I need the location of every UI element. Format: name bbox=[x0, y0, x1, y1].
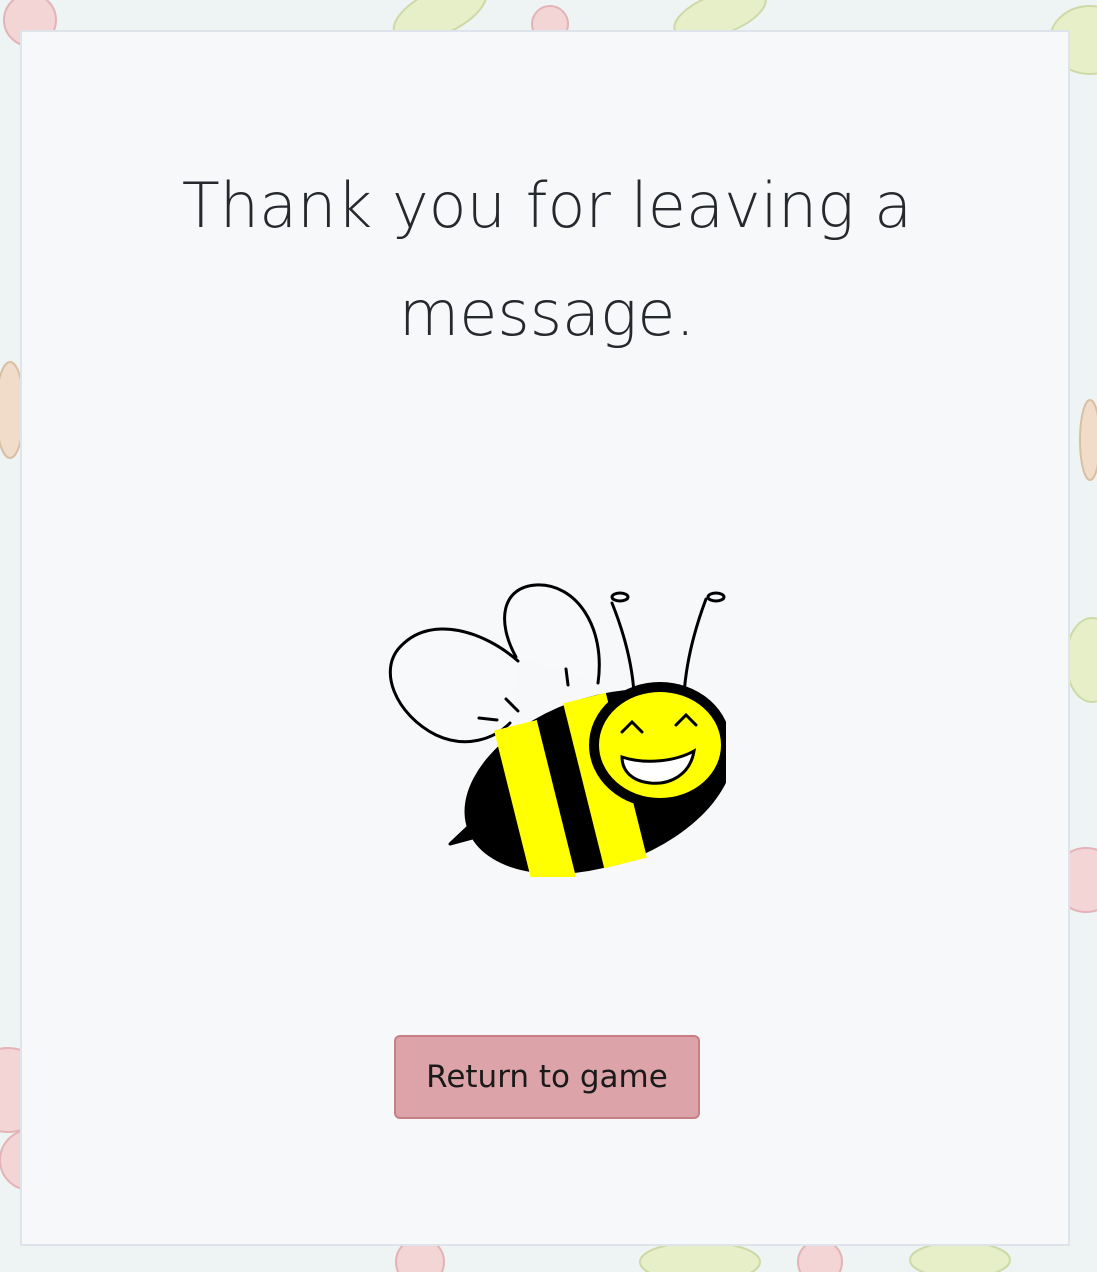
bee-antenna bbox=[682, 597, 708, 697]
bee-wing bbox=[388, 627, 520, 744]
bee-face bbox=[589, 682, 726, 808]
bee-antenna bbox=[610, 601, 636, 695]
message-card: Thank you for leaving a message. Return … bbox=[20, 30, 1070, 1246]
bee-wing bbox=[503, 583, 601, 685]
return-to-game-button[interactable]: Return to game bbox=[394, 1035, 700, 1119]
page-title: Thank you for leaving a message. bbox=[181, 169, 913, 350]
smiling-bee-icon bbox=[388, 583, 726, 877]
